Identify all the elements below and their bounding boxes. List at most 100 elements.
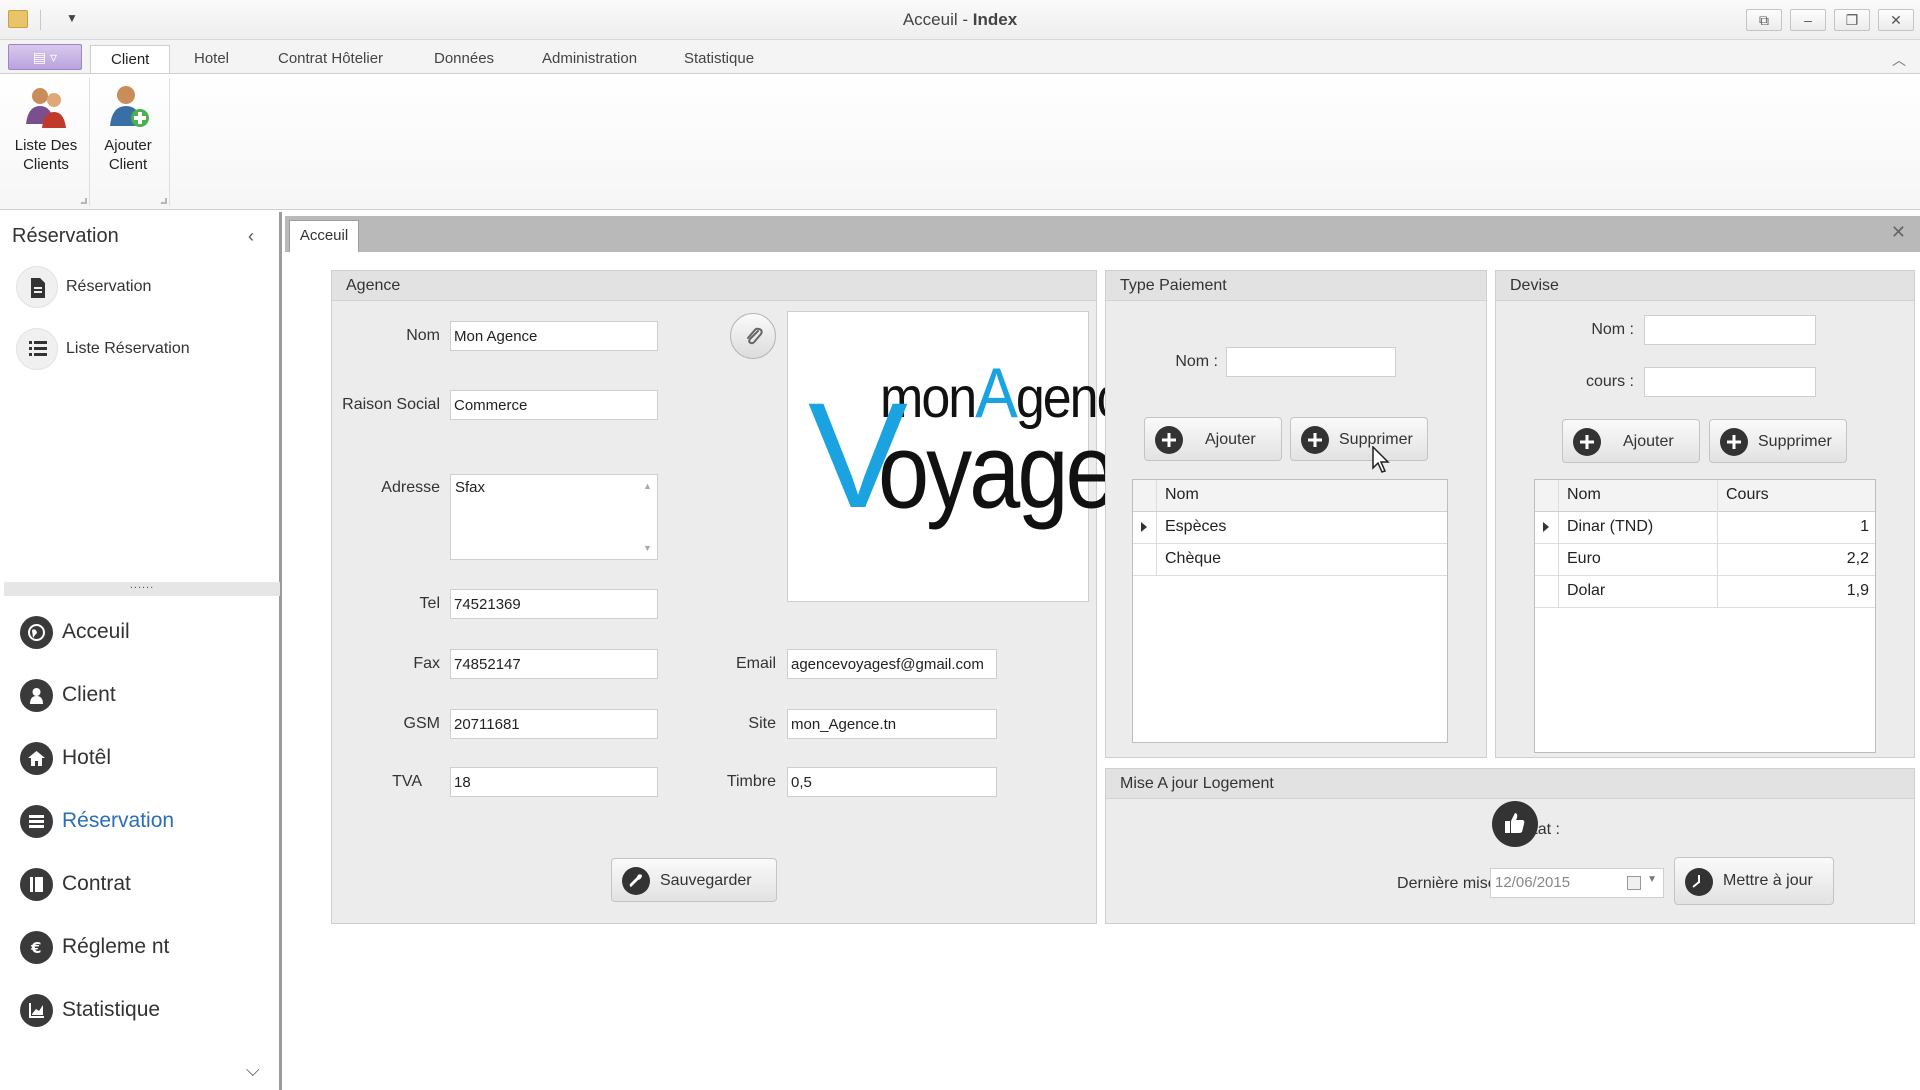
column-header-nom[interactable]: Nom [1559, 480, 1717, 510]
plus-icon [1301, 426, 1329, 454]
clients-group-icon [26, 88, 66, 128]
wrench-icon [622, 867, 650, 895]
table-cell[interactable]: Chèque [1157, 544, 1221, 574]
user-icon [20, 679, 53, 712]
nav-reglement[interactable]: € Régleme nt [20, 929, 270, 969]
table-row[interactable]: Dinar (TND) 1 [1535, 512, 1875, 544]
devise-cours-field[interactable] [1644, 367, 1816, 397]
table-cell[interactable]: Espèces [1157, 512, 1226, 542]
nav-hotel[interactable]: Hotêl [20, 740, 270, 780]
tab-statistique[interactable]: Statistique [664, 45, 774, 74]
tva-field[interactable] [450, 767, 658, 797]
row-header-cell [1535, 480, 1559, 511]
email-field[interactable] [787, 649, 997, 679]
gsm-field[interactable] [450, 709, 658, 739]
tab-client[interactable]: Client [90, 45, 171, 74]
nav-acceuil[interactable]: Acceuil [20, 614, 270, 654]
adresse-label: Adresse [381, 479, 440, 496]
fax-label: Fax [413, 655, 440, 672]
type-add-button[interactable]: Ajouter [1144, 417, 1282, 461]
nav-label: Contrat [62, 872, 131, 895]
liste-clients-button[interactable]: Liste Des Clients [4, 78, 88, 174]
tva-label: TVA [392, 773, 422, 790]
panel-item-reservation[interactable]: Réservation [16, 266, 266, 310]
devise-nom-field[interactable] [1644, 315, 1816, 345]
window-title: Acceuil - Index [0, 10, 1920, 30]
tab-contrat-hotelier[interactable]: Contrat Hôtelier [258, 45, 403, 74]
update-button[interactable]: Mettre à jour [1674, 857, 1834, 905]
attach-logo-button[interactable] [730, 313, 776, 359]
raison-social-field[interactable] [450, 390, 658, 420]
document-tab-acceuil[interactable]: Acceuil [289, 220, 359, 252]
etat-toggle-button[interactable] [1492, 801, 1538, 847]
nav-label: Client [62, 683, 116, 706]
nav-contrat[interactable]: Contrat [20, 866, 270, 906]
close-button[interactable]: ✕ [1878, 9, 1914, 31]
fax-field[interactable] [450, 649, 658, 679]
panel-item-liste-reservation[interactable]: Liste Réservation [16, 328, 266, 372]
current-row-icon [1141, 522, 1147, 532]
table-cell[interactable]: 1 [1717, 512, 1875, 544]
chevron-down-icon[interactable]: ⌵ [246, 1060, 260, 1081]
table-cell[interactable]: Dinar (TND) [1559, 512, 1717, 542]
timbre-label: Timbre [726, 773, 776, 790]
table-row[interactable]: Dolar 1,9 [1535, 576, 1875, 608]
row-header-cell [1133, 480, 1157, 511]
book-icon [20, 868, 53, 901]
tel-field[interactable] [450, 589, 658, 619]
table-cell[interactable]: 2,2 [1717, 544, 1875, 576]
euro-icon: € [20, 931, 53, 964]
tab-administration[interactable]: Administration [522, 45, 657, 74]
panel-collapse-icon[interactable]: ‹ [248, 226, 254, 247]
save-button[interactable]: Sauvegarder [611, 858, 777, 902]
close-icon[interactable]: ✕ [1891, 222, 1906, 243]
table-cell[interactable]: 1,9 [1717, 576, 1875, 608]
last-update-date-field[interactable]: 12/06/2015 ▼ [1490, 868, 1664, 898]
nav-statistique[interactable]: Statistique [20, 992, 270, 1032]
ribbon-body: Liste Des Clients Ajouter Client [0, 73, 1920, 210]
devise-group: Devise Nom : cours : Ajouter Supprimer N… [1495, 270, 1915, 758]
tab-donnees[interactable]: Données [414, 45, 514, 74]
table-cell[interactable]: Euro [1559, 544, 1717, 574]
panel-item-label: Réservation [66, 278, 152, 295]
left-navigation-panel: Réservation ‹ Réservation Liste Réservat… [0, 212, 282, 1090]
table-row[interactable]: Espèces [1133, 512, 1447, 544]
scrollbar[interactable]: ▲ ▼ [639, 479, 655, 555]
column-header-nom[interactable]: Nom [1157, 480, 1199, 510]
devise-delete-button[interactable]: Supprimer [1709, 419, 1847, 463]
minimize-button[interactable]: – [1790, 9, 1826, 31]
table-cell[interactable]: Dolar [1559, 576, 1717, 606]
home-icon [20, 742, 53, 775]
application-menu-button[interactable]: ▤ ▿ [8, 44, 82, 70]
table-row[interactable]: Chèque [1133, 544, 1447, 576]
nav-reservation[interactable]: Réservation [20, 803, 270, 843]
column-header-cours[interactable]: Cours [1717, 480, 1875, 512]
type-delete-button[interactable]: Supprimer [1290, 417, 1428, 461]
type-nom-field[interactable] [1226, 347, 1396, 377]
timbre-field[interactable] [787, 767, 997, 797]
group-grip-icon[interactable] [81, 198, 87, 204]
adresse-field[interactable]: Sfax ▲ ▼ [450, 474, 658, 560]
document-icon [16, 266, 58, 308]
nav-client[interactable]: Client [20, 677, 270, 717]
panel-splitter[interactable]: ...... [4, 580, 280, 596]
ribbon-collapse-icon[interactable]: ︿ [1892, 50, 1906, 70]
nom-label: Nom [406, 327, 440, 344]
nom-field[interactable] [450, 321, 658, 351]
tab-hotel[interactable]: Hotel [174, 45, 249, 74]
type-paiement-grid: Nom Espèces Chèque [1132, 479, 1448, 743]
calendar-icon[interactable] [1627, 876, 1641, 890]
devise-delete-label: Supprimer [1758, 433, 1832, 450]
plus-icon [1155, 426, 1183, 454]
clock-icon [1685, 868, 1713, 896]
restore-button[interactable]: ❐ [1834, 9, 1870, 31]
table-row[interactable]: Euro 2,2 [1535, 544, 1875, 576]
ajouter-client-button[interactable]: Ajouter Client [86, 78, 170, 174]
dropdown-arrow-icon[interactable]: ▼ [1647, 874, 1657, 885]
group-grip-icon[interactable] [161, 198, 167, 204]
devise-add-button[interactable]: Ajouter [1562, 419, 1700, 463]
site-field[interactable] [787, 709, 997, 739]
fullscreen-button[interactable]: ⧉ [1746, 9, 1782, 31]
type-nom-label: Nom : [1175, 353, 1218, 370]
nav-label: Statistique [62, 998, 161, 1021]
